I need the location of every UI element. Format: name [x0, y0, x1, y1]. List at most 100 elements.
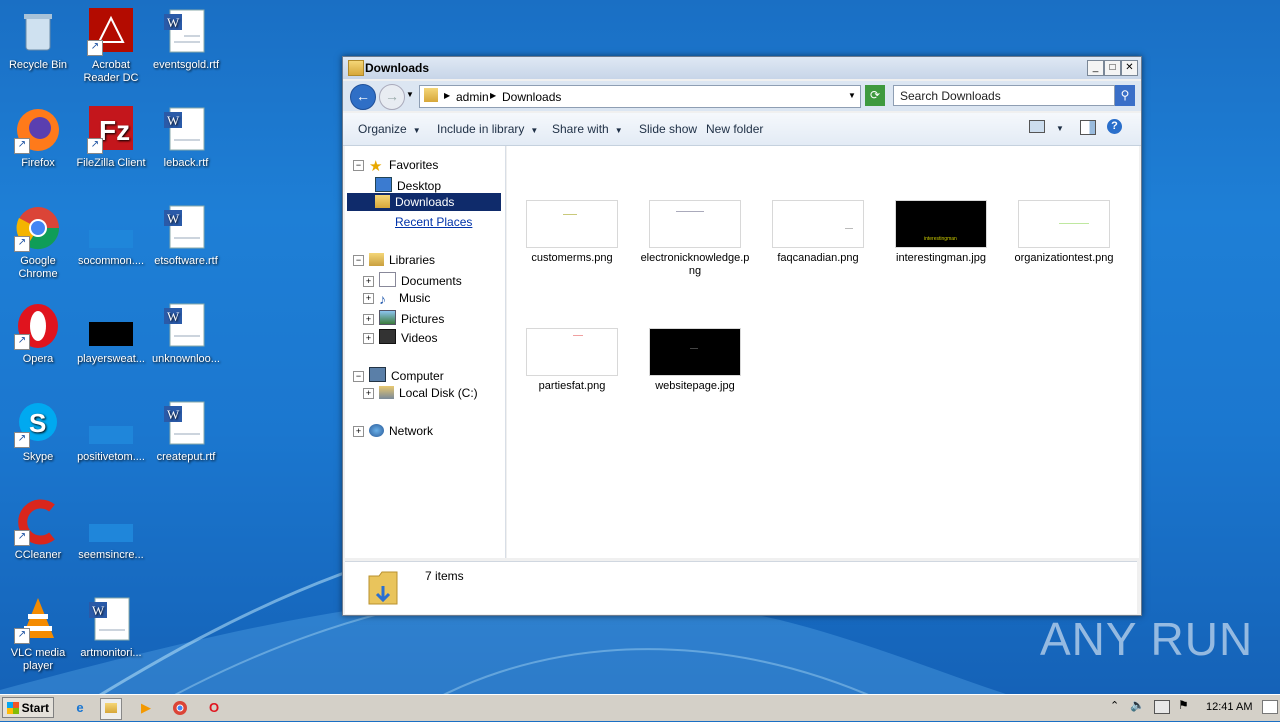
- desktop-icon-leback[interactable]: W leback.rtf: [148, 106, 224, 170]
- chrome-icon: ↗: [14, 204, 62, 252]
- tray-expand-icon[interactable]: ⌃: [1110, 699, 1119, 712]
- view-options-dropdown-icon[interactable]: ▼: [1056, 124, 1064, 133]
- desktop-icon-chrome[interactable]: ↗ Google Chrome: [0, 204, 76, 281]
- desktop-icon-playersweat[interactable]: playersweat...: [73, 302, 149, 366]
- address-segment-admin[interactable]: admin: [456, 90, 489, 104]
- search-icon[interactable]: ⚲: [1115, 85, 1135, 106]
- close-button[interactable]: ✕: [1121, 60, 1138, 76]
- tree-item-documents[interactable]: + Documents: [363, 272, 462, 288]
- item-count: 7 items: [425, 569, 464, 583]
- share-with-label: Share with: [552, 122, 609, 136]
- help-icon[interactable]: ?: [1107, 119, 1122, 134]
- back-button[interactable]: ←: [350, 84, 376, 110]
- share-with-menu[interactable]: Share with ▼: [552, 122, 623, 136]
- show-desktop-button[interactable]: [1262, 700, 1278, 714]
- clock[interactable]: 12:41 AM: [1206, 701, 1252, 713]
- maximize-button[interactable]: □: [1104, 60, 1121, 76]
- desktop-icon-positivetom[interactable]: positivetom....: [73, 400, 149, 464]
- collapse-icon[interactable]: −: [353, 371, 364, 382]
- shortcut-arrow-icon: ↗: [14, 334, 30, 350]
- details-pane: 7 items: [345, 561, 1137, 614]
- address-arrow-icon[interactable]: ▶: [490, 91, 496, 100]
- address-bar[interactable]: ▶ admin ▶ Downloads ▼: [419, 85, 861, 108]
- address-dropdown-icon[interactable]: ▼: [848, 91, 856, 100]
- new-folder-button[interactable]: New folder: [706, 122, 763, 136]
- include-in-library-menu[interactable]: Include in library ▼: [437, 122, 538, 136]
- collapse-icon[interactable]: −: [353, 160, 364, 171]
- desktop-icon-label: createput.rtf: [156, 451, 216, 463]
- chrome-taskbar-icon[interactable]: [170, 698, 190, 718]
- slide-show-button[interactable]: Slide show: [639, 122, 697, 136]
- desktop-icon-socommon[interactable]: socommon....: [73, 204, 149, 268]
- file-name: faqcanadian.png: [777, 252, 859, 264]
- minimize-button[interactable]: _: [1087, 60, 1104, 76]
- desktop-icon-eventsgold[interactable]: W eventsgold.rtf: [148, 8, 224, 72]
- desktop-icon-createput[interactable]: W createput.rtf: [148, 400, 224, 464]
- desktop-icon-etsoftware[interactable]: W etsoftware.rtf: [148, 204, 224, 268]
- pictures-icon: [379, 310, 396, 325]
- desktop-icon-skype[interactable]: S ↗ Skype: [0, 400, 76, 464]
- tree-item-videos[interactable]: + Videos: [363, 329, 437, 345]
- image-thumbnail: [649, 328, 741, 376]
- desktop-icon-unknownloo[interactable]: W unknownloo...: [148, 302, 224, 366]
- file-explorer-taskbar-icon[interactable]: [100, 698, 122, 720]
- forward-button[interactable]: →: [379, 84, 405, 110]
- start-button[interactable]: Start: [2, 697, 54, 718]
- tree-item-downloads[interactable]: Downloads: [347, 193, 501, 211]
- tree-item-pictures[interactable]: + Pictures: [363, 310, 444, 326]
- address-arrow-icon[interactable]: ▶: [444, 91, 450, 100]
- expand-icon[interactable]: +: [363, 388, 374, 399]
- desktop-icon-label: CCleaner: [14, 549, 62, 561]
- tree-item-libraries[interactable]: − Libraries: [353, 253, 435, 267]
- desktop-icon-acrobat[interactable]: ↗ Acrobat Reader DC: [73, 8, 149, 85]
- tree-item-computer[interactable]: − Computer: [353, 367, 444, 383]
- search-input[interactable]: Search Downloads: [893, 85, 1115, 106]
- desktop-icon-recycle-bin[interactable]: Recycle Bin: [0, 8, 76, 72]
- file-item[interactable]: faqcanadian.png: [763, 200, 873, 265]
- desktop-icon-vlc[interactable]: ↗ VLC media player: [0, 596, 76, 673]
- media-player-icon[interactable]: ▶: [136, 698, 156, 718]
- chevron-down-icon: ▼: [412, 126, 421, 135]
- network-tray-icon[interactable]: [1154, 700, 1170, 714]
- address-segment-downloads[interactable]: Downloads: [502, 90, 561, 104]
- file-item[interactable]: organizationtest.png: [1009, 200, 1119, 265]
- tree-item-desktop[interactable]: Desktop: [375, 177, 441, 193]
- opera-taskbar-icon[interactable]: O: [204, 698, 224, 718]
- file-item[interactable]: electronicknowledge.png: [640, 200, 750, 278]
- expand-icon[interactable]: +: [363, 293, 374, 304]
- expand-icon[interactable]: +: [363, 333, 374, 344]
- internet-explorer-icon[interactable]: e: [70, 698, 90, 718]
- collapse-icon[interactable]: −: [353, 255, 364, 266]
- desktop-icon-filezilla[interactable]: Fz ↗ FileZilla Client: [73, 106, 149, 170]
- tree-item-recent-places[interactable]: Recent Places: [375, 215, 472, 229]
- chevron-down-icon: ▼: [614, 126, 623, 135]
- svg-text:W: W: [92, 603, 105, 618]
- recent-places-icon: [375, 215, 390, 228]
- desktop-icon-label: FileZilla Client: [76, 157, 146, 169]
- preview-pane-icon[interactable]: [1080, 120, 1096, 135]
- change-view-icon[interactable]: [1029, 120, 1045, 133]
- file-item[interactable]: customerms.png: [517, 200, 627, 265]
- window-titlebar[interactable]: Downloads _ □ ✕: [343, 57, 1141, 79]
- expand-icon[interactable]: +: [363, 276, 374, 287]
- file-item[interactable]: interestingman interestingman.jpg: [886, 200, 996, 265]
- tree-item-local-disk[interactable]: + Local Disk (C:): [363, 386, 478, 400]
- refresh-button[interactable]: ⟳: [865, 85, 885, 106]
- expand-icon[interactable]: +: [363, 314, 374, 325]
- flag-icon[interactable]: ⚑: [1178, 698, 1189, 712]
- tree-item-network[interactable]: + Network: [353, 424, 433, 438]
- desktop-icon-ccleaner[interactable]: ↗ CCleaner: [0, 498, 76, 562]
- desktop-icon-artmonitori[interactable]: W artmonitori...: [73, 596, 149, 660]
- file-item[interactable]: websitepage.jpg: [640, 328, 750, 393]
- organize-menu[interactable]: Organize ▼: [358, 122, 421, 136]
- tree-item-music[interactable]: + ♪ Music: [363, 291, 430, 306]
- command-bar: Organize ▼ Include in library ▼ Share with…: [343, 113, 1141, 146]
- desktop-icon-seemsincre[interactable]: seemsincre...: [73, 498, 149, 562]
- file-item[interactable]: partiesfat.png: [517, 328, 627, 393]
- volume-icon[interactable]: 🔈: [1130, 698, 1145, 712]
- desktop-icon-opera[interactable]: ↗ Opera: [0, 302, 76, 366]
- tree-item-favorites[interactable]: − ★ Favorites: [353, 158, 438, 174]
- recent-pages-dropdown-icon[interactable]: ▼: [406, 90, 414, 99]
- desktop-icon-firefox[interactable]: ↗ Firefox: [0, 106, 76, 170]
- expand-icon[interactable]: +: [353, 426, 364, 437]
